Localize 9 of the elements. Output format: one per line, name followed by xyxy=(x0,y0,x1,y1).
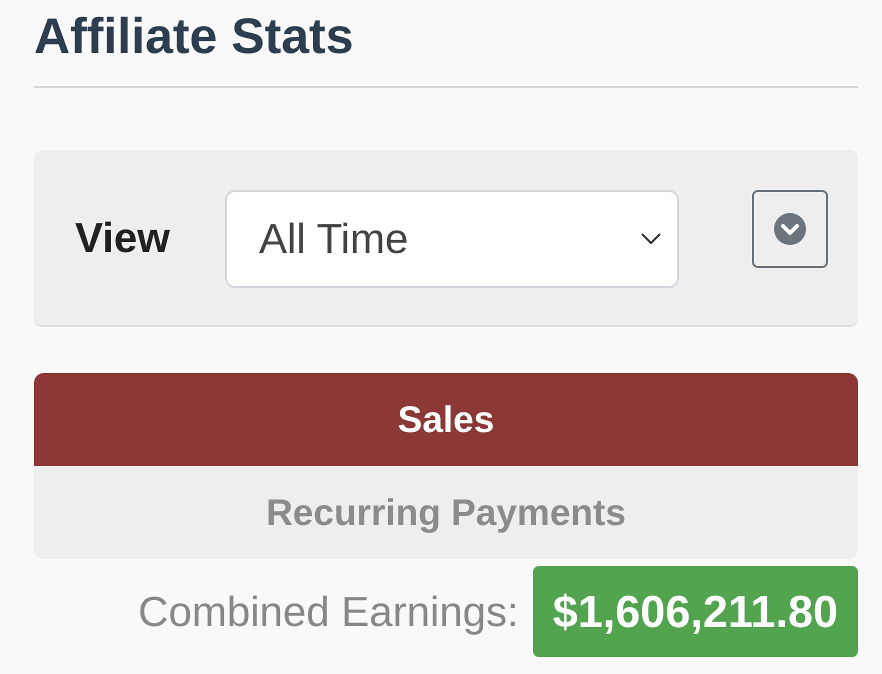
earnings-amount: $1,606,211.80 xyxy=(532,566,858,657)
view-label: View xyxy=(75,214,171,262)
circle-chevron-down-icon xyxy=(774,212,806,244)
toggle-button[interactable] xyxy=(752,190,828,268)
earnings-label: Combined Earnings: xyxy=(138,588,519,636)
view-select[interactable]: All Time xyxy=(225,190,679,288)
page-title: Affiliate Stats xyxy=(34,7,355,64)
chevron-down-icon xyxy=(641,232,661,244)
tab[interactable]: Sales xyxy=(34,373,858,466)
